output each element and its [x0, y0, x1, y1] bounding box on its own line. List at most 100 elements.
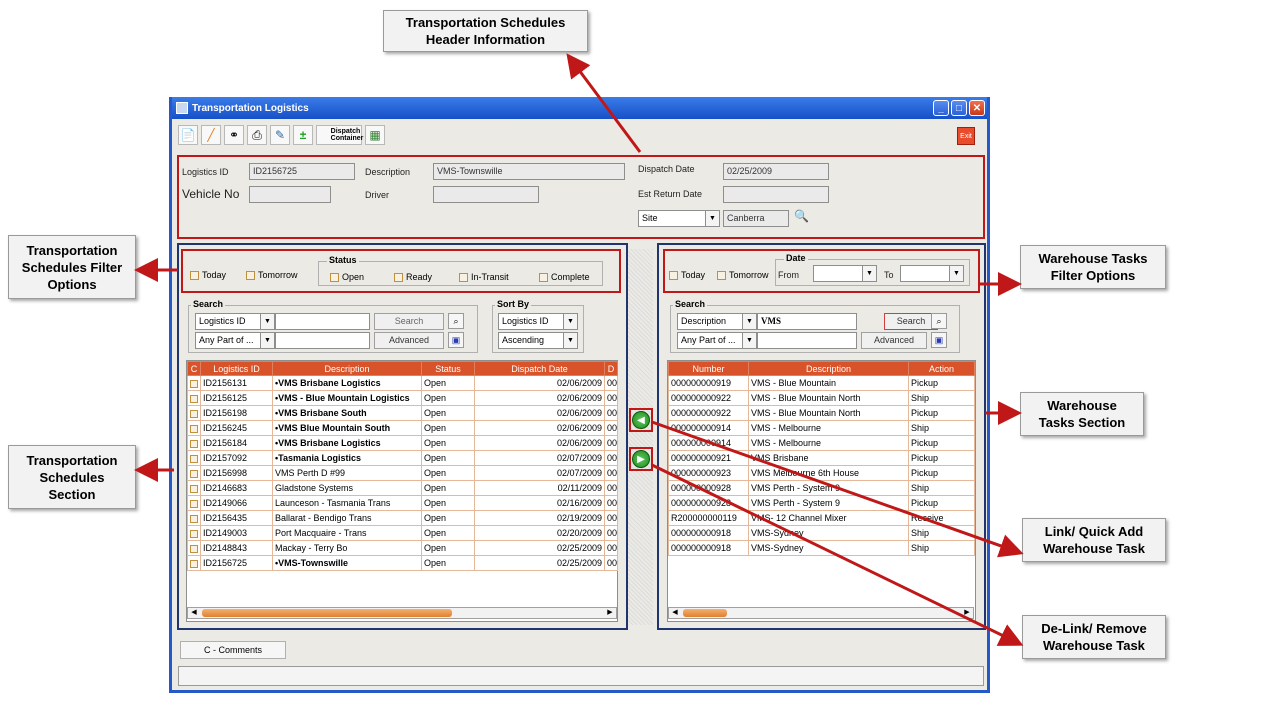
- table-row[interactable]: 000000000928 VMS Perth - System 9 Ship: [668, 480, 975, 496]
- dispatch-date-field[interactable]: 02/25/2009: [723, 163, 829, 180]
- table-row[interactable]: ID2156245 •VMS Blue Mountain South Open 02/…: [187, 420, 618, 436]
- ts-match-select[interactable]: Any Part of ... ▼: [195, 332, 275, 349]
- close-button[interactable]: ✕: [969, 100, 985, 116]
- notes-button[interactable]: ✎: [270, 125, 290, 145]
- column-header[interactable]: D: [604, 361, 618, 376]
- site-value-field[interactable]: Canberra: [723, 210, 789, 227]
- dispatch-container-button[interactable]: Dispatch Container: [316, 125, 363, 145]
- column-header[interactable]: Description: [272, 361, 422, 376]
- column-header[interactable]: Dispatch Date: [474, 361, 605, 376]
- table-row[interactable]: 000000000918 VMS-Sydney Ship: [668, 540, 975, 556]
- delink-warehouse-task-button[interactable]: ▶: [632, 450, 650, 468]
- description-field[interactable]: VMS-Townswille: [433, 163, 625, 180]
- table-row[interactable]: 000000000928 VMS Perth - System 9 Pickup: [668, 495, 975, 511]
- column-header[interactable]: Number: [668, 361, 749, 376]
- wt-match-input[interactable]: [757, 332, 857, 349]
- column-header[interactable]: Logistics ID: [200, 361, 273, 376]
- row-checkbox-cell[interactable]: [187, 525, 201, 541]
- table-row[interactable]: 000000000923 VMS Melbourne 6th House Picku…: [668, 465, 975, 481]
- row-checkbox[interactable]: [190, 559, 198, 568]
- wt-filter-today[interactable]: Today: [669, 270, 705, 280]
- row-checkbox-cell[interactable]: [187, 555, 201, 571]
- ts-search-field-select[interactable]: Logistics ID ▼: [195, 313, 275, 330]
- row-checkbox[interactable]: [190, 514, 198, 523]
- exit-button[interactable]: Exit: [957, 127, 975, 145]
- table-row[interactable]: 000000000921 VMS Brisbane Pickup: [668, 450, 975, 466]
- logistics-id-field[interactable]: ID2156725: [249, 163, 355, 180]
- table-row[interactable]: 000000000922 VMS - Blue Mountain North Pic…: [668, 405, 975, 421]
- ts-clear-icon[interactable]: ⌕: [448, 313, 464, 329]
- row-checkbox-cell[interactable]: [187, 480, 201, 496]
- minimize-button[interactable]: _: [933, 100, 949, 116]
- row-checkbox[interactable]: [190, 484, 198, 493]
- status-ready-checkbox[interactable]: Ready: [394, 272, 432, 282]
- column-header[interactable]: C: [187, 361, 201, 376]
- row-checkbox-cell[interactable]: [187, 435, 201, 451]
- sort-field-select[interactable]: Logistics ID ▼: [498, 313, 578, 330]
- print-button[interactable]: ⎙: [247, 125, 267, 145]
- row-checkbox[interactable]: [190, 499, 198, 508]
- scroll-left-icon[interactable]: ◀: [189, 608, 199, 618]
- column-header[interactable]: Status: [421, 361, 475, 376]
- table-row[interactable]: ID2156998 VMS Perth D #99 Open 02/07/2009 00: [187, 465, 618, 481]
- wt-match-select[interactable]: Any Part of ... ▼: [677, 332, 757, 349]
- site-lookup-icon[interactable]: 🔍: [794, 209, 809, 223]
- row-checkbox[interactable]: [190, 409, 198, 418]
- column-header[interactable]: Action: [908, 361, 975, 376]
- scroll-left-icon[interactable]: ◀: [670, 608, 680, 618]
- table-row[interactable]: ID2148843 Mackay - Terry Bo Open 02/25/2009…: [187, 540, 618, 556]
- scroll-right-icon[interactable]: ▶: [962, 608, 972, 618]
- table-row[interactable]: ID2149066 Launceson - Tasmania Trans Open 0…: [187, 495, 618, 511]
- scroll-thumb[interactable]: [683, 609, 727, 617]
- row-checkbox[interactable]: [190, 379, 198, 388]
- row-checkbox-cell[interactable]: [187, 390, 201, 406]
- status-open-checkbox[interactable]: Open: [330, 272, 364, 282]
- table-row[interactable]: ID2156435 Ballarat - Bendigo Trans Open 02/…: [187, 510, 618, 526]
- add-button[interactable]: ±: [293, 125, 313, 145]
- row-checkbox[interactable]: [190, 454, 198, 463]
- table-row[interactable]: 000000000914 VMS - Melbourne Pickup: [668, 435, 975, 451]
- row-checkbox[interactable]: [190, 424, 198, 433]
- new-record-button[interactable]: 📄: [178, 125, 198, 145]
- table-row[interactable]: 000000000922 VMS - Blue Mountain North Shi…: [668, 390, 975, 406]
- row-checkbox-cell[interactable]: [187, 405, 201, 421]
- wt-advanced-icon[interactable]: ▣: [931, 332, 947, 348]
- ts-search-button[interactable]: Search: [374, 313, 444, 330]
- table-row[interactable]: ID2157092 •Tasmania Logistics Open 02/07/20…: [187, 450, 618, 466]
- vehicle-no-field[interactable]: [249, 186, 331, 203]
- maximize-button[interactable]: □: [951, 100, 967, 116]
- column-header[interactable]: Description: [748, 361, 909, 376]
- row-checkbox-cell[interactable]: [187, 465, 201, 481]
- wt-search-field-select[interactable]: Description ▼: [677, 313, 757, 330]
- status-complete-checkbox[interactable]: Complete: [539, 272, 590, 282]
- wt-clear-icon[interactable]: ⌕: [931, 313, 947, 329]
- edit-button[interactable]: ╱: [201, 125, 221, 145]
- wt-filter-tomorrow[interactable]: Tomorrow: [717, 270, 769, 280]
- ts-advanced-button[interactable]: Advanced: [374, 332, 444, 349]
- table-row[interactable]: 000000000919 VMS - Blue Mountain Pickup: [668, 375, 975, 391]
- table-row[interactable]: ID2156131 •VMS Brisbane Logistics Open 02/0…: [187, 375, 618, 391]
- date-to-picker[interactable]: ▼: [900, 265, 964, 282]
- table-row[interactable]: ID2156198 •VMS Brisbane South Open 02/06/20…: [187, 405, 618, 421]
- ts-horizontal-scrollbar[interactable]: ◀ ▶: [187, 607, 617, 619]
- calendar-button[interactable]: ▦: [365, 125, 385, 145]
- row-checkbox-cell[interactable]: [187, 420, 201, 436]
- tab-comments[interactable]: C - Comments: [180, 641, 286, 659]
- row-checkbox[interactable]: [190, 394, 198, 403]
- row-checkbox-cell[interactable]: [187, 375, 201, 391]
- table-row[interactable]: ID2156725 •VMS-Townswille Open 02/25/2009 00: [187, 555, 618, 571]
- row-checkbox-cell[interactable]: [187, 510, 201, 526]
- sort-order-select[interactable]: Ascending ▼: [498, 332, 578, 349]
- row-checkbox[interactable]: [190, 544, 198, 553]
- row-checkbox[interactable]: [190, 469, 198, 478]
- table-row[interactable]: R200000000119 VMS- 12 Channel Mixer Receiv…: [668, 510, 975, 526]
- link-warehouse-task-button[interactable]: ◀: [632, 411, 650, 429]
- date-from-picker[interactable]: ▼: [813, 265, 877, 282]
- wt-advanced-button[interactable]: Advanced: [861, 332, 927, 349]
- wt-search-input[interactable]: VMS: [757, 313, 857, 330]
- row-checkbox-cell[interactable]: [187, 540, 201, 556]
- table-row[interactable]: ID2149003 Port Macquaire - Trans Open 02/20…: [187, 525, 618, 541]
- table-row[interactable]: 000000000918 VMS-Sydney Ship: [668, 525, 975, 541]
- status-in-transit-checkbox[interactable]: In-Transit: [459, 272, 509, 282]
- table-row[interactable]: ID2146683 Gladstone Systems Open 02/11/2009…: [187, 480, 618, 496]
